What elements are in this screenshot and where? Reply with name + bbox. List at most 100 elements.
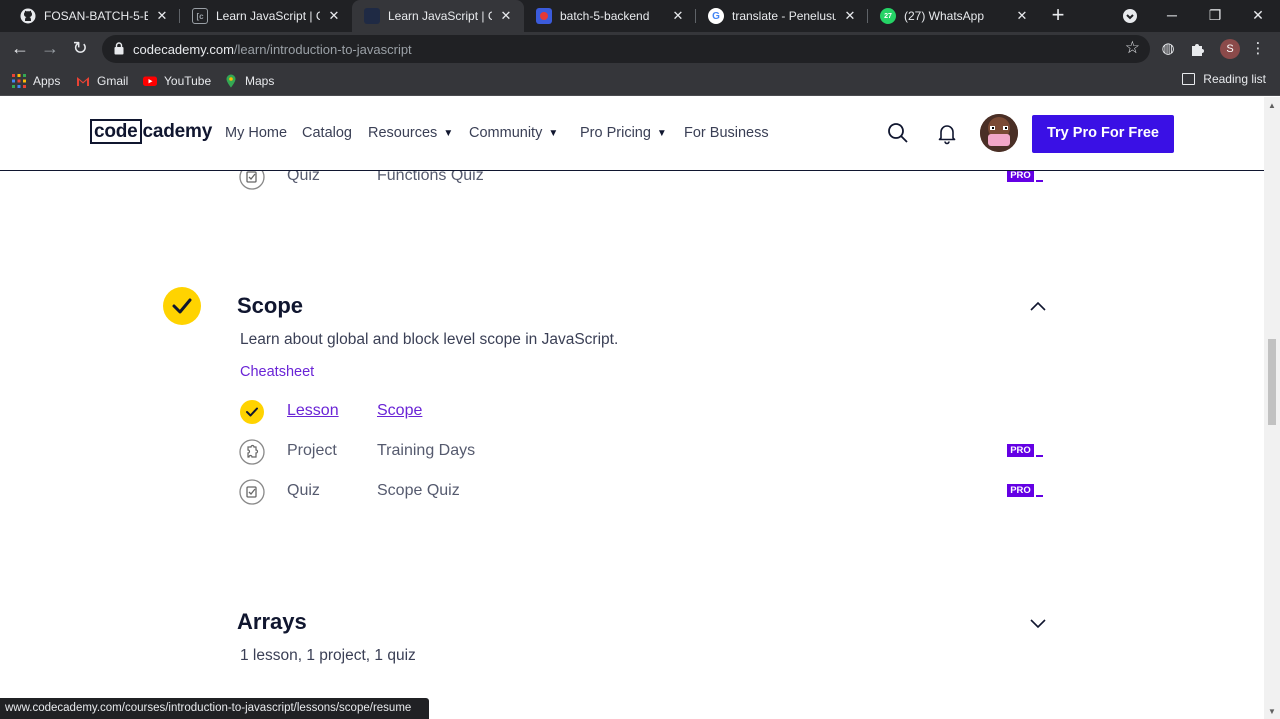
address-bar[interactable]: codecademy.com/learn/introduction-to-jav… (102, 35, 1150, 63)
extension-globe-icon[interactable]: ◍ (1158, 39, 1178, 59)
close-tab-icon[interactable]: ✕ (670, 8, 686, 24)
syllabus-item[interactable]: Project Training Days PRO (239, 439, 1049, 465)
section-description: Learn about global and block level scope… (240, 331, 619, 348)
scrollbar-thumb[interactable] (1268, 339, 1276, 425)
chevron-down-icon[interactable] (1028, 617, 1048, 629)
reading-list-label: Reading list (1203, 72, 1266, 86)
bookmark-label: YouTube (164, 74, 212, 88)
tab-search-icon[interactable] (1110, 0, 1150, 32)
tab-title: FOSAN-BATCH-5-BACKEND (44, 9, 148, 23)
restore-icon[interactable]: ❐ (1195, 0, 1235, 32)
codecademy-icon (364, 8, 380, 24)
reading-list-icon (1182, 73, 1196, 85)
browser-tab[interactable]: G translate - Penelusuran Google ✕ (696, 0, 868, 32)
pro-badge-label: PRO (1007, 444, 1034, 457)
bookmark-maps[interactable]: Maps (224, 72, 274, 90)
bookmark-label: Maps (245, 74, 275, 88)
browser-toolbar: ← → ↻ codecademy.com/learn/introduction-… (0, 32, 1280, 66)
nav-label: Resources (368, 125, 438, 141)
scroll-up-icon[interactable]: ▲ (1268, 101, 1276, 110)
nav-label: My Home (225, 125, 288, 141)
bookmark-star-icon[interactable]: ☆ (1125, 38, 1140, 58)
bookmark-youtube[interactable]: YouTube (143, 72, 211, 90)
reload-icon[interactable]: ↻ (68, 37, 92, 61)
item-name: Training Days (377, 442, 476, 459)
nav-community[interactable]: Community ▼ (469, 125, 558, 141)
link-status-bar: www.codecademy.com/courses/introduction-… (0, 698, 430, 719)
notification-bell-icon[interactable] (935, 121, 959, 145)
apps-grid-icon (12, 74, 26, 88)
whatsapp-icon: 27 (880, 8, 896, 24)
nav-label: Community (469, 125, 543, 141)
browser-tab[interactable]: [c Learn JavaScript | Codecademy ✕ (180, 0, 352, 32)
close-tab-icon[interactable]: ✕ (326, 8, 342, 24)
youtube-icon (143, 76, 157, 86)
nav-my-home[interactable]: My Home (225, 125, 287, 141)
codecademy-icon: [c (192, 8, 208, 24)
page-scrollbar[interactable]: ▲ ▼ (1264, 97, 1280, 719)
syllabus-item[interactable]: Quiz Scope Quiz PRO (239, 479, 1049, 505)
bookmark-apps[interactable]: Apps (12, 72, 60, 90)
app-icon (536, 8, 552, 24)
user-avatar[interactable] (980, 114, 1018, 152)
forward-icon[interactable]: → (38, 37, 62, 61)
syllabus-item[interactable]: Lesson Scope (239, 399, 1049, 425)
browser-tab-bar: FOSAN-BATCH-5-BACKEND ✕ [c Learn JavaScr… (0, 0, 1280, 32)
completed-check-icon (240, 400, 264, 424)
close-tab-icon[interactable]: ✕ (1014, 8, 1030, 24)
browser-tab[interactable]: batch-5-backend ✕ (524, 0, 696, 32)
tab-title: (27) WhatsApp (904, 9, 985, 23)
maps-icon (226, 74, 236, 88)
browser-tab-active[interactable]: Learn JavaScript | Codecademy ✕ (352, 0, 524, 32)
section-title[interactable]: Scope (237, 293, 303, 319)
pro-badge: PRO (1007, 444, 1043, 458)
nav-catalog[interactable]: Catalog (302, 125, 352, 141)
bookmarks-bar: Apps Gmail YouTube Maps Reading list (0, 66, 1280, 96)
nav-for-business[interactable]: For Business (684, 125, 769, 141)
reading-list-button[interactable]: Reading list (1182, 72, 1266, 86)
pro-badge-label: PRO (1007, 484, 1034, 497)
back-icon[interactable]: ← (8, 37, 32, 61)
new-tab-icon[interactable]: + (1046, 4, 1070, 28)
cheatsheet-link[interactable]: Cheatsheet (240, 364, 314, 380)
section-summary: 1 lesson, 1 project, 1 quiz (240, 647, 416, 664)
browser-tab[interactable]: 27 (27) WhatsApp ✕ (868, 0, 1040, 32)
search-icon[interactable] (886, 121, 910, 145)
bookmark-label: Gmail (97, 74, 129, 88)
section-title[interactable]: Arrays (237, 609, 307, 635)
browser-menu-icon[interactable]: ⋮ (1248, 39, 1268, 59)
chevron-up-icon[interactable] (1028, 300, 1048, 312)
nav-pro-pricing[interactable]: Pro Pricing ▼ (580, 125, 667, 141)
section-complete-icon (163, 287, 201, 325)
quiz-icon (239, 479, 265, 505)
bookmark-label: Apps (33, 74, 61, 88)
item-type: Quiz (287, 482, 320, 499)
close-tab-icon[interactable]: ✕ (842, 8, 858, 24)
nav-label: For Business (684, 125, 769, 141)
try-pro-button[interactable]: Try Pro For Free (1032, 115, 1174, 153)
item-type: Project (287, 442, 337, 459)
close-tab-icon[interactable]: ✕ (498, 8, 514, 24)
close-tab-icon[interactable]: ✕ (154, 8, 170, 24)
scroll-down-icon[interactable]: ▼ (1268, 707, 1276, 716)
item-type-link[interactable]: Lesson (287, 402, 339, 420)
tab-title: batch-5-backend (560, 9, 650, 23)
project-icon (239, 439, 265, 465)
item-name-link[interactable]: Scope (377, 402, 422, 420)
extensions-puzzle-icon[interactable] (1188, 39, 1208, 59)
gmail-icon (77, 77, 89, 86)
nav-resources[interactable]: Resources ▼ (368, 125, 453, 141)
nav-label: Catalog (302, 125, 352, 141)
url-domain: codecademy.com (133, 42, 234, 57)
address-url[interactable]: codecademy.com/learn/introduction-to-jav… (133, 42, 412, 57)
lock-icon (114, 42, 124, 55)
minimize-icon[interactable]: ─ (1152, 0, 1192, 32)
codecademy-logo[interactable]: code cademy (90, 119, 212, 144)
logo-cademy: cademy (142, 120, 213, 142)
profile-avatar[interactable]: S (1220, 39, 1240, 59)
tab-title: Learn JavaScript | Codecademy (216, 9, 320, 23)
bookmark-gmail[interactable]: Gmail (76, 72, 128, 90)
browser-tab[interactable]: FOSAN-BATCH-5-BACKEND ✕ (8, 0, 180, 32)
caret-down-icon: ▼ (656, 127, 667, 139)
close-window-icon[interactable]: ✕ (1238, 0, 1278, 32)
